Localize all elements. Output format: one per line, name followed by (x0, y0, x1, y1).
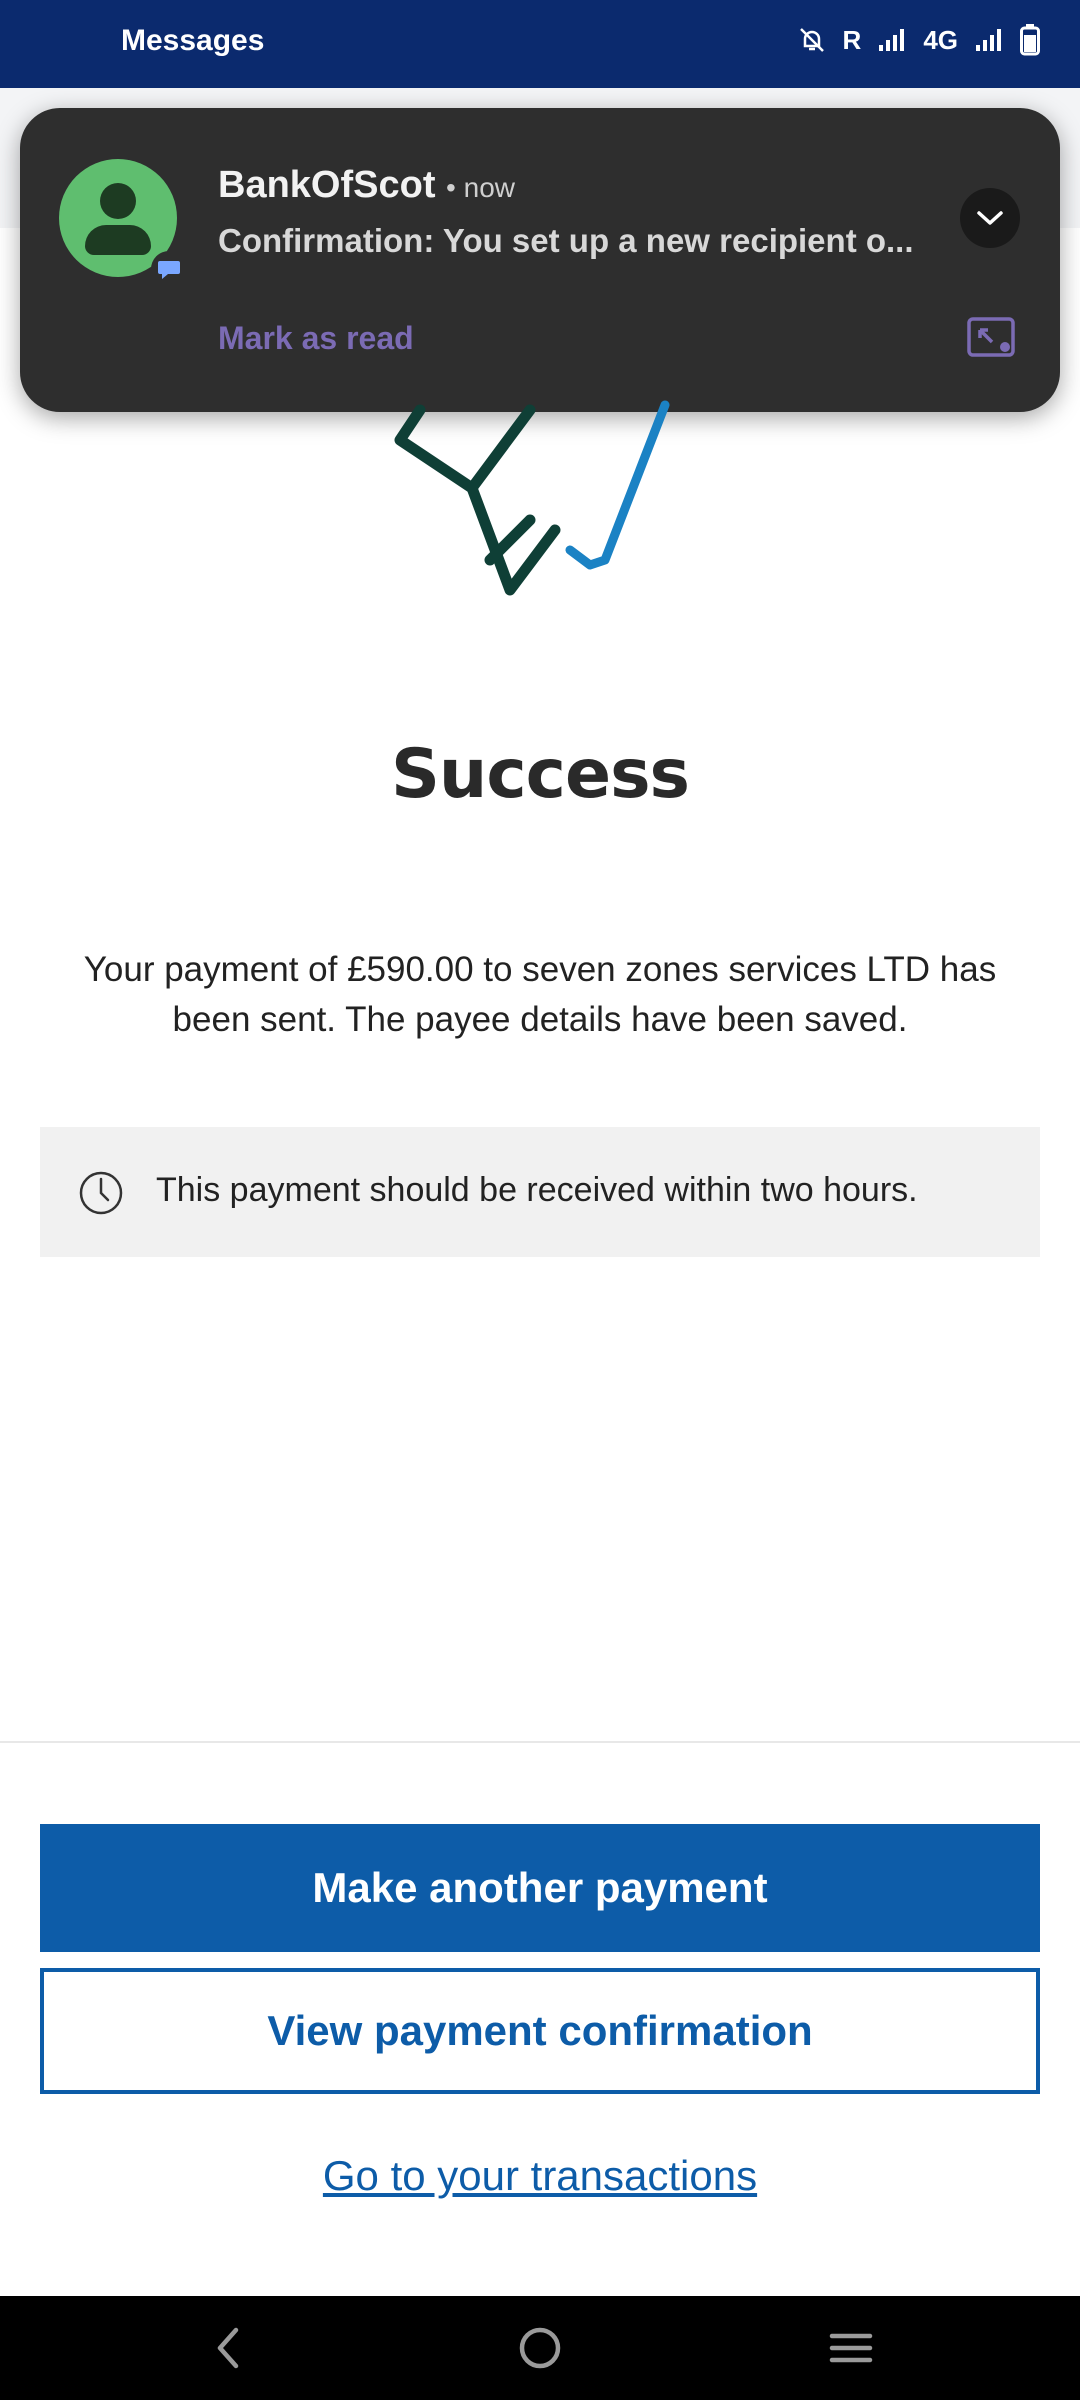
back-icon[interactable] (212, 2326, 244, 2370)
roaming-indicator: R (842, 24, 862, 55)
view-payment-confirmation-button[interactable]: View payment confirmation (40, 1968, 1040, 2094)
notification-sender: BankOfScot • now (218, 164, 515, 207)
payment-message: Your payment of £590.00 to seven zones s… (83, 950, 997, 1039)
expand-notification-button[interactable] (960, 188, 1020, 248)
notification-card[interactable]: BankOfScot • now Confirmation: You set u… (20, 108, 1060, 412)
chevron-down-icon (977, 211, 1003, 225)
divider (0, 1741, 1080, 1743)
clock-icon (79, 1171, 123, 1215)
status-bar: Messages R 4G (0, 0, 1080, 88)
avatar (59, 159, 187, 287)
system-nav-bar (0, 2296, 1080, 2400)
network-type: 4G (923, 24, 958, 55)
go-to-transactions-link[interactable]: Go to your transactions (0, 2152, 1080, 2200)
paper-plane-icon (394, 400, 670, 596)
status-icons: R 4G (797, 24, 1040, 56)
avatar-body (85, 225, 151, 255)
message-badge-icon (151, 251, 187, 287)
mark-as-read-button[interactable]: Mark as read (218, 320, 414, 357)
battery-icon (1020, 24, 1040, 56)
avatar-head (100, 183, 136, 219)
sender-name: BankOfScot (218, 164, 436, 206)
info-box: This payment should be received within t… (40, 1127, 1040, 1257)
signal-icon (879, 29, 905, 51)
info-text: This payment should be received within t… (156, 1171, 918, 1209)
notification-time: • now (446, 172, 515, 203)
status-bar-app-title: Messages (121, 24, 265, 57)
page-title: Success (390, 735, 690, 814)
bell-off-icon (799, 28, 824, 52)
notification-message: Confirmation: You set up a new recipient… (218, 222, 914, 259)
popout-icon[interactable] (966, 316, 1016, 360)
signal-icon (976, 29, 1001, 51)
make-another-payment-button[interactable]: Make another payment (40, 1824, 1040, 1952)
home-icon[interactable] (518, 2326, 562, 2370)
recents-icon[interactable] (828, 2326, 874, 2370)
